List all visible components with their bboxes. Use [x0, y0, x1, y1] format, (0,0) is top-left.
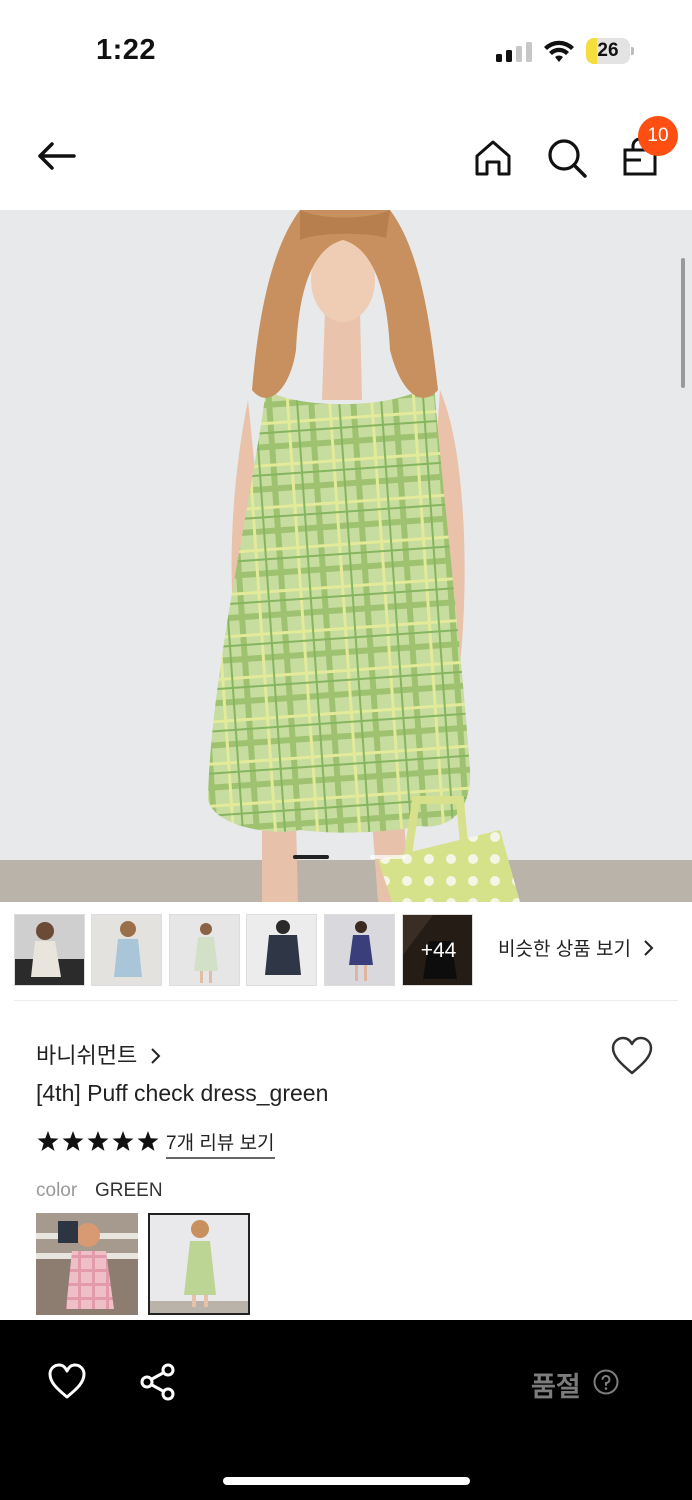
star-icon — [137, 1131, 159, 1151]
star-icon — [37, 1131, 59, 1151]
brand-name: 바니쉬먼트 — [36, 1043, 138, 1068]
thumbnail-strip: +44 비슷한 상품 보기 — [14, 914, 678, 986]
status-bar: 1:22 26 — [0, 0, 692, 100]
search-icon[interactable] — [545, 136, 589, 180]
gallery-page-indicator — [370, 855, 406, 859]
color-value: GREEN — [95, 1180, 163, 1201]
wifi-icon — [544, 40, 574, 62]
color-option-green[interactable] — [148, 1213, 250, 1315]
thumbnail-more[interactable]: +44 — [402, 914, 473, 986]
star-icon — [112, 1131, 134, 1151]
more-thumbnails-count: +44 — [403, 915, 472, 985]
chevron-right-icon — [151, 1048, 161, 1064]
status-time: 1:22 — [96, 34, 157, 66]
divider — [14, 1000, 678, 1001]
similar-products-label: 비슷한 상품 보기 — [498, 939, 631, 960]
image-scroll-indicator — [681, 258, 685, 388]
bottom-action-bar: 품절 — [0, 1320, 692, 1500]
soldout-label: 품절 — [531, 1372, 581, 1402]
thumbnail-image[interactable] — [324, 914, 395, 986]
thumbnail-image[interactable] — [14, 914, 85, 986]
arrow-left-icon[interactable] — [34, 134, 78, 178]
color-label: color — [36, 1180, 78, 1201]
question-circle-icon[interactable] — [593, 1369, 619, 1395]
thumbnail-image[interactable] — [91, 914, 162, 986]
gallery-page-indicator-active — [293, 855, 329, 859]
share-icon[interactable] — [138, 1362, 178, 1402]
home-indicator — [223, 1477, 470, 1485]
home-icon[interactable] — [471, 136, 515, 180]
color-option-pink[interactable] — [36, 1213, 138, 1315]
heart-icon[interactable] — [47, 1362, 87, 1402]
thumbnail-image[interactable] — [246, 914, 317, 986]
product-title: [4th] Puff check dress_green — [36, 1080, 329, 1106]
product-main-image[interactable] — [0, 210, 692, 902]
model-green-dress-photo — [0, 210, 692, 902]
rating-stars — [37, 1131, 159, 1151]
star-icon — [87, 1131, 109, 1151]
battery-level: 26 — [597, 40, 619, 61]
battery-icon: 26 — [586, 38, 634, 64]
reviews-link[interactable]: 7개 리뷰 보기 — [166, 1128, 275, 1159]
cellular-signal-icon — [496, 42, 532, 62]
heart-icon[interactable] — [610, 1036, 654, 1076]
top-nav — [0, 110, 692, 206]
cart-count-badge: 10 — [638, 116, 678, 156]
thumbnail-image[interactable] — [169, 914, 240, 986]
star-icon — [62, 1131, 84, 1151]
chevron-right-icon — [644, 940, 654, 956]
brand-link[interactable]: 바니쉬먼트 — [36, 1038, 163, 1070]
similar-products-link[interactable]: 비슷한 상품 보기 — [498, 914, 656, 986]
